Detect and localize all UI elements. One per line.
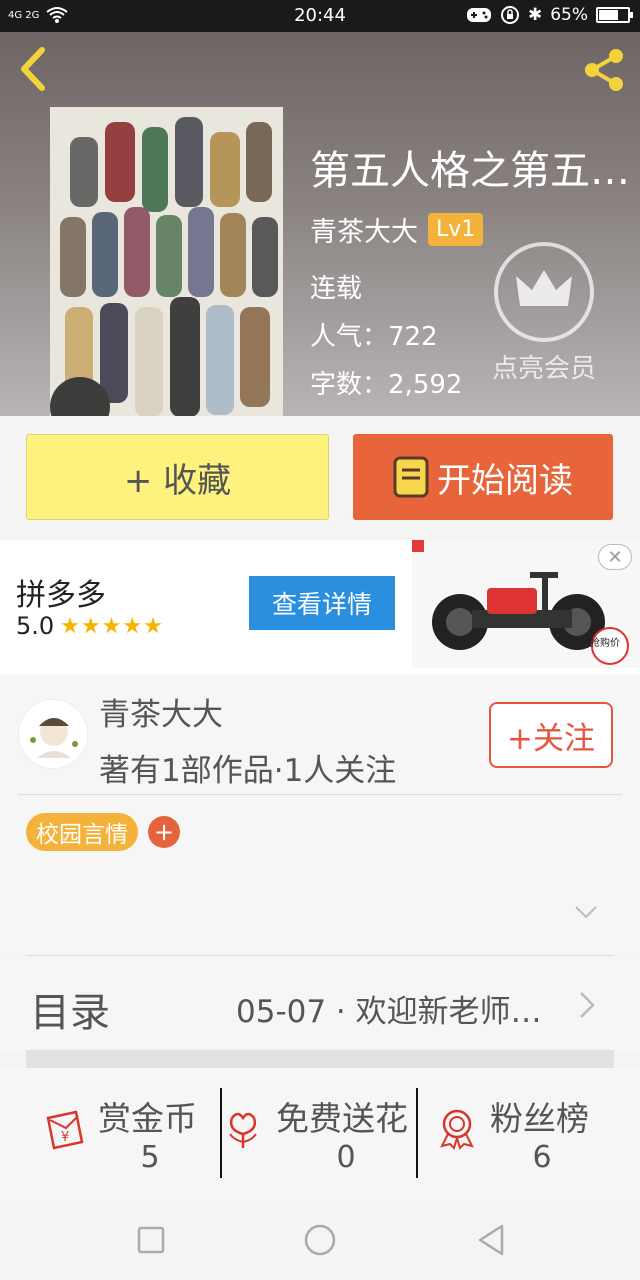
ad-rating-value: 5.0 (16, 612, 55, 640)
home-icon[interactable] (302, 1222, 338, 1258)
action-bar: + 收藏 开始阅读 (0, 416, 640, 540)
popularity-value: 722 (388, 322, 438, 352)
crown-icon (494, 242, 594, 342)
book-title: 第五人格之第五… (310, 148, 630, 194)
author-row: 青茶大大 Lv1 (310, 210, 484, 249)
fan-ranking[interactable]: 粉丝榜 6 (436, 1088, 606, 1178)
battery-percent: 65% (550, 5, 588, 25)
vip-label: 点亮会员 (491, 354, 596, 384)
word-count-value: 2,592 (388, 370, 463, 400)
author-name[interactable]: 青茶大大 (310, 210, 418, 249)
system-nav-bar (0, 1200, 640, 1280)
share-icon[interactable] (580, 46, 628, 94)
ad-rating: 5.0 ★★★★★ (16, 612, 164, 640)
reward-coins-value: 5 (140, 1140, 160, 1175)
chevron-down-icon[interactable] (574, 903, 598, 921)
cover-illustration (50, 107, 283, 416)
word-count: 字数：2,592 (310, 364, 462, 401)
free-flowers-label: 免费送花 (276, 1099, 408, 1138)
fan-ranking-label: 粉丝榜 (490, 1099, 589, 1138)
ad-app-name: 拼多多 (16, 578, 106, 613)
author-card-name[interactable]: 青茶大大 (99, 689, 223, 734)
author-card: 青茶大大 著有1部作品·1人关注 +关注 校园言情 + (0, 675, 640, 956)
free-flowers-value: 0 (336, 1140, 356, 1175)
medal-icon (440, 1109, 474, 1150)
start-reading-button[interactable]: 开始阅读 (353, 434, 613, 520)
fan-ranking-value: 6 (532, 1140, 552, 1175)
section-separator (26, 1050, 614, 1068)
back-icon[interactable] (14, 44, 54, 94)
ad-close-button[interactable]: ✕ (598, 544, 632, 570)
chevron-right-icon (580, 992, 595, 1018)
favorite-button[interactable]: + 收藏 (26, 434, 329, 520)
status-bar: 4G 2G 20:44 ✱ 65% (0, 0, 640, 32)
vip-button[interactable]: 点亮会员 (488, 242, 600, 385)
flower-icon (229, 1112, 257, 1148)
book-icon (393, 456, 429, 498)
bluetooth-icon: ✱ (527, 5, 543, 25)
book-cover[interactable] (50, 107, 283, 416)
author-avatar[interactable] (18, 699, 88, 769)
back-nav-icon[interactable] (474, 1222, 510, 1258)
lock-rotation-icon (500, 6, 519, 24)
stats-bar: ¥ 赏金币 5 免费送花 0 粉丝榜 6 (0, 1068, 640, 1200)
add-tag-button[interactable]: + (148, 816, 180, 848)
recents-icon[interactable] (133, 1222, 169, 1258)
reward-coins-label: 赏金币 (98, 1099, 197, 1138)
popularity-label: 人气： (310, 322, 389, 352)
catalog-row[interactable]: 目录 05-07 · 欢迎新老师… (0, 956, 640, 1052)
ad-stars: ★★★★★ (60, 613, 164, 639)
ad-details-button[interactable]: 查看详情 (249, 576, 395, 630)
red-envelope-icon: ¥ (46, 1110, 84, 1150)
author-card-info: 著有1部作品·1人关注 (99, 753, 397, 789)
genre-tag[interactable]: 校园言情 (26, 813, 138, 851)
follow-button[interactable]: +关注 (489, 702, 613, 768)
divider (18, 794, 622, 795)
level-badge: Lv1 (428, 213, 484, 246)
ad-price-badge: 抢购价 (590, 638, 620, 649)
catalog-label: 目录 (30, 990, 110, 1036)
separator (416, 1088, 418, 1178)
reward-coins[interactable]: ¥ 赏金币 5 (44, 1088, 214, 1178)
start-reading-label: 开始阅读 (437, 460, 573, 501)
book-header: 第五人格之第五… 青茶大大 Lv1 连载 人气：722 字数：2,592 点亮会… (0, 32, 640, 416)
word-count-label: 字数： (310, 370, 389, 400)
latest-chapter: 05-07 · 欢迎新老师… (236, 994, 542, 1030)
gamepad-icon (466, 8, 491, 22)
serial-status: 连载 (310, 274, 363, 304)
ad-banner[interactable]: 拼多多 5.0 ★★★★★ 查看详情 抢购价 ✕ (0, 540, 640, 675)
battery-icon (596, 7, 633, 23)
svg-text:¥: ¥ (61, 1130, 69, 1145)
free-flowers[interactable]: 免费送花 0 (222, 1088, 418, 1178)
popularity: 人气：722 (310, 316, 438, 353)
